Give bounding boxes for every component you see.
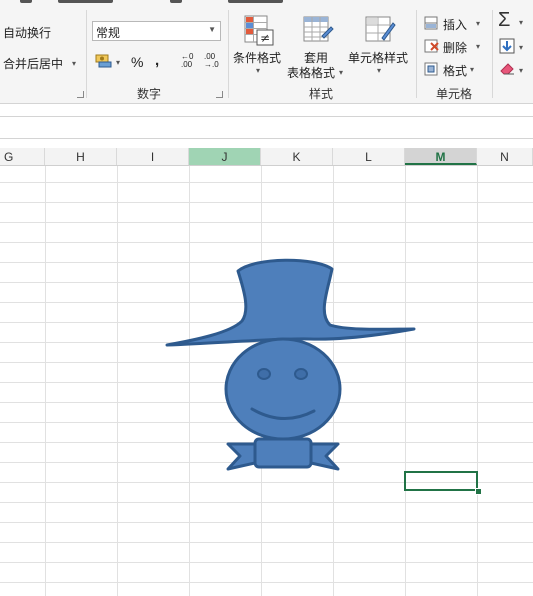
number-dialog-launcher[interactable] [216, 91, 223, 98]
format-cells-icon[interactable] [424, 62, 440, 79]
increase-decimal-button[interactable]: ←0 .00 [181, 53, 193, 69]
comma-style-button[interactable]: , [155, 52, 159, 69]
decrease-decimal-button[interactable]: .00 →.0 [204, 53, 219, 69]
fill-down-icon[interactable] [499, 38, 515, 57]
cell-styles-button[interactable]: 单元格样式 [348, 49, 408, 66]
column-header-n[interactable]: N [477, 148, 533, 165]
column-header-m[interactable]: M [405, 148, 477, 165]
insert-cells-icon[interactable] [424, 16, 440, 33]
insert-button[interactable]: 插入 [443, 16, 467, 33]
number-group-label: 数字 [137, 87, 162, 101]
eraser-icon[interactable] [499, 61, 515, 78]
delete-dropdown-icon[interactable]: ▾ [476, 42, 480, 51]
wrap-text-button[interactable]: 自动换行 [3, 24, 51, 41]
number-format-dropdown[interactable]: 常规 ▼ [92, 21, 221, 41]
column-header-g[interactable]: G [0, 148, 45, 165]
group-separator [492, 10, 493, 98]
clear-dropdown-icon[interactable]: ▾ [519, 66, 523, 75]
group-separator [228, 10, 229, 98]
styles-group-label: 样式 [309, 87, 334, 101]
delete-cells-icon[interactable] [424, 39, 440, 56]
column-header-h[interactable]: H [45, 148, 117, 165]
column-header-i[interactable]: I [117, 148, 189, 165]
ribbon-gap [0, 104, 533, 116]
column-headers: G H I J K L M N [0, 148, 533, 166]
increase-decimal-bottom: .00 [181, 60, 193, 69]
formula-bar[interactable] [0, 116, 533, 139]
insert-dropdown-icon[interactable]: ▾ [476, 19, 480, 28]
fill-dropdown-icon[interactable]: ▾ [519, 43, 523, 52]
column-header-j[interactable]: J [189, 148, 261, 165]
merge-center-dropdown-icon[interactable]: ▾ [72, 59, 76, 68]
format-as-table-line2[interactable]: 表格格式 [287, 64, 335, 81]
fill-handle[interactable] [475, 488, 482, 495]
cells-group-label: 单元格 [436, 87, 473, 101]
conditional-formatting-dropdown-icon[interactable]: ▾ [256, 66, 260, 75]
ribbon: 自动换行 合并后居中 ▾ 常规 ▼ ▾ % , ←0 .00 .00 →.0 数… [0, 0, 533, 104]
format-as-table-dropdown-icon[interactable]: ▾ [339, 68, 343, 77]
merge-center-button[interactable]: 合并后居中 [3, 55, 63, 72]
decrease-decimal-bottom: →.0 [204, 60, 219, 69]
format-button[interactable]: 格式 [443, 62, 467, 79]
hat-man-drawing[interactable] [160, 255, 420, 480]
delete-button[interactable]: 删除 [443, 39, 467, 56]
svg-text:≠: ≠ [260, 31, 270, 45]
sigma-icon[interactable]: Σ [498, 9, 510, 32]
group-separator [86, 10, 87, 98]
currency-format-icon[interactable] [95, 53, 113, 72]
cell-styles-dropdown-icon[interactable]: ▾ [377, 66, 381, 75]
format-dropdown-icon[interactable]: ▾ [470, 65, 474, 74]
percent-style-button[interactable]: % [131, 54, 143, 70]
column-header-k[interactable]: K [261, 148, 333, 165]
format-as-table-icon[interactable] [302, 14, 334, 49]
currency-dropdown-icon[interactable]: ▾ [116, 58, 120, 67]
ribbon-tabs-strip [0, 0, 533, 7]
conditional-formatting-icon[interactable]: ≠ [243, 14, 275, 49]
alignment-dialog-launcher[interactable] [77, 91, 84, 98]
cell-styles-icon[interactable] [364, 14, 396, 49]
autosum-dropdown-icon[interactable]: ▾ [519, 18, 523, 27]
conditional-formatting-button[interactable]: 条件格式 [233, 49, 281, 66]
group-separator [416, 10, 417, 98]
number-format-value: 常规 [96, 26, 121, 40]
chevron-down-icon: ▼ [208, 25, 216, 34]
column-header-l[interactable]: L [333, 148, 405, 165]
